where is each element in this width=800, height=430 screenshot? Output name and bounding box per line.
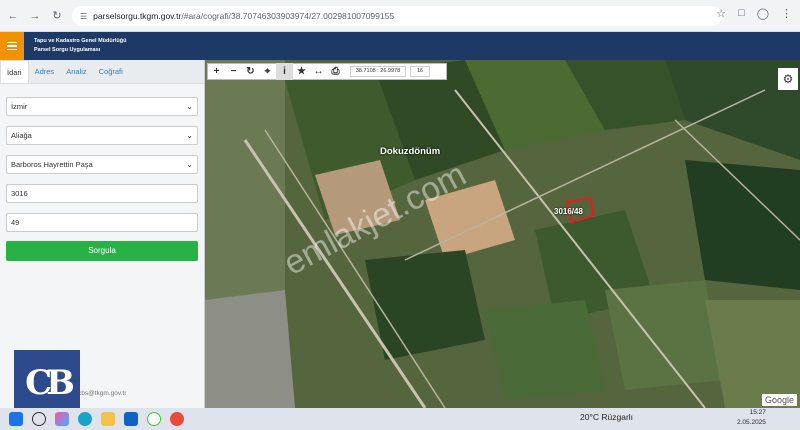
copilot-icon[interactable] xyxy=(55,412,69,426)
hamburger-menu-icon[interactable] xyxy=(0,32,24,60)
print-icon[interactable]: ⎙ xyxy=(327,63,344,80)
refresh-icon[interactable]: ↻ xyxy=(242,63,259,80)
sidebar-tabs: İdari Adres Analiz Coğrafi xyxy=(0,60,204,84)
chevron-down-icon: ⌄ xyxy=(186,131,193,140)
province-select[interactable]: İzmir ⌄ xyxy=(6,97,198,116)
menu-icon[interactable]: ⋮ xyxy=(781,7,792,20)
gear-icon[interactable]: ⚙ xyxy=(778,68,798,90)
coordinate-readout: 38.7108 : 26.9978 xyxy=(350,66,406,77)
edge-icon[interactable] xyxy=(78,412,92,426)
neighborhood-select[interactable]: Barboros Hayrettin Paşa ⌄ xyxy=(6,155,198,174)
profile-icon[interactable]: ◯ xyxy=(757,7,769,20)
browser-toolbar: ← → ↻ ☰ parselsorgu.tkgm.gov.tr/#ara/cog… xyxy=(0,0,800,32)
whatsapp-icon[interactable] xyxy=(147,412,161,426)
windows-start-icon[interactable] xyxy=(9,412,23,426)
parcel-label: 3016/48 xyxy=(554,207,583,216)
system-clock[interactable]: 15:27 2.05.2025 xyxy=(737,408,766,428)
district-select[interactable]: Aliağa ⌄ xyxy=(6,126,198,145)
zoom-in-icon[interactable]: + xyxy=(208,63,225,80)
file-explorer-icon[interactable] xyxy=(101,412,115,426)
outlook-icon[interactable] xyxy=(124,412,138,426)
clock-date: 2.05.2025 xyxy=(737,419,766,426)
chrome-icon[interactable] xyxy=(170,412,184,426)
forward-icon[interactable]: → xyxy=(26,7,44,25)
measure-icon[interactable]: ↔ xyxy=(310,63,327,80)
neighborhood-value: Barboros Hayrettin Paşa xyxy=(11,160,93,169)
url-path: /#ara/cografi/38.70746303903974/27.00298… xyxy=(181,11,395,21)
reload-icon[interactable]: ↻ xyxy=(48,7,66,25)
app-title: Tapu ve Kadastro Genel Müdürlüğü Parsel … xyxy=(34,37,127,55)
block-value: 3016 xyxy=(11,189,28,198)
chevron-down-icon: ⌄ xyxy=(186,160,193,169)
site-info-icon[interactable]: ☰ xyxy=(80,12,87,21)
query-sidebar: İdari Adres Analiz Coğrafi İzmir ⌄ Aliağa… xyxy=(0,60,205,416)
url-domain: parselsorgu.tkgm.gov.tr xyxy=(93,11,182,21)
favorite-star-icon[interactable]: ★ xyxy=(293,63,310,80)
tab-adres[interactable]: Adres xyxy=(29,60,61,83)
place-label: Dokuzdönüm xyxy=(380,146,441,157)
bookmark-star-icon[interactable]: ☆ xyxy=(716,7,726,20)
contact-email[interactable]: cbs@tkgm.gov.tr xyxy=(78,390,126,397)
parcel-value: 49 xyxy=(11,218,20,227)
weather-widget[interactable]: 20°C Rüzgarlı xyxy=(580,412,633,422)
clock-time: 15:27 xyxy=(749,409,766,416)
weather-text: Rüzgarlı xyxy=(601,412,634,422)
os-taskbar xyxy=(0,408,800,430)
app-title-line1: Tapu ve Kadastro Genel Müdürlüğü xyxy=(34,38,127,44)
zoom-out-icon[interactable]: − xyxy=(225,63,242,80)
app-title-line2: Parsel Sorgu Uygulaması xyxy=(34,47,101,53)
search-icon[interactable] xyxy=(32,412,46,426)
block-input[interactable]: 3016 xyxy=(6,184,198,203)
map-toolbar: + − ↻ ⌖ i ★ ↔ ⎙ 38.7108 : 26.9978 16 xyxy=(207,63,447,80)
query-button[interactable]: Sorgula xyxy=(6,241,198,261)
satellite-map[interactable]: emlakjet.com Dokuzdönüm 3016/48 + − ↻ ⌖ … xyxy=(205,60,800,408)
brand-logo: CB xyxy=(14,350,80,416)
tab-idari[interactable]: İdari xyxy=(0,60,29,83)
locate-icon[interactable]: ⌖ xyxy=(259,63,276,80)
satellite-imagery xyxy=(205,60,800,408)
info-icon[interactable]: i xyxy=(276,63,293,80)
back-icon[interactable]: ← xyxy=(4,7,22,25)
tab-analiz[interactable]: Analiz xyxy=(60,60,92,83)
province-value: İzmir xyxy=(11,102,28,111)
district-value: Aliağa xyxy=(11,131,32,140)
extensions-icon[interactable]: □ xyxy=(738,7,745,20)
app-header: Tapu ve Kadastro Genel Müdürlüğü Parsel … xyxy=(0,32,800,60)
google-attribution: Google xyxy=(761,394,797,406)
chevron-down-icon: ⌄ xyxy=(186,102,193,111)
address-bar[interactable]: ☰ parselsorgu.tkgm.gov.tr/#ara/cografi/3… xyxy=(72,6,722,26)
parcel-input[interactable]: 49 xyxy=(6,213,198,232)
tab-cografi[interactable]: Coğrafi xyxy=(93,60,129,83)
zoom-level: 16 xyxy=(410,66,430,77)
temperature: 20°C xyxy=(580,412,599,422)
